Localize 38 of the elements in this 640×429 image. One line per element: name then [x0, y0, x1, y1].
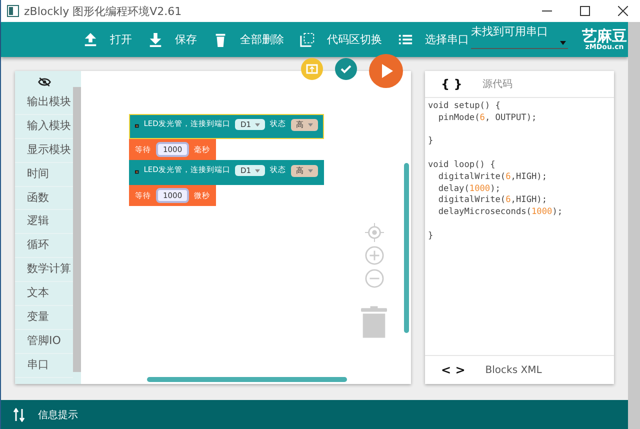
window-title: zBlockly 图形化编程环境V2.61 [24, 4, 183, 18]
braces-icon: { } [441, 77, 462, 91]
close-icon[interactable] [618, 6, 628, 16]
caret-icon [308, 123, 313, 127]
status-message: 信息提示 [38, 408, 78, 422]
trash-icon [213, 32, 228, 47]
maximize-icon[interactable] [580, 6, 590, 16]
scrollbar[interactable] [73, 87, 81, 372]
angle-brackets-icon: < > [441, 363, 466, 377]
trash-icon[interactable] [361, 306, 387, 338]
code-text: void setup() { pinMode(6, OUTPUT); } void loop() { digitalWrite(6,HIGH); delay(1000); digitalWrite(6,HIGH); delayMicroseconds(1000); } [427, 100, 564, 243]
export-icon[interactable] [301, 58, 323, 80]
scrollbar[interactable] [147, 377, 347, 382]
caret-icon [255, 169, 260, 173]
zoom-out-icon[interactable] [364, 269, 384, 288]
toolbar-button[interactable]: 全部删除 [207, 32, 290, 47]
zoom-in-icon[interactable] [364, 246, 384, 265]
upload-icon [83, 32, 98, 47]
scrollbar[interactable] [628, 22, 640, 429]
toolbar-button[interactable]: 保存 [142, 32, 203, 47]
scrollbar[interactable] [404, 163, 409, 333]
code-tab[interactable]: 源代码 [482, 77, 512, 91]
hide-eye-icon[interactable] [38, 77, 50, 87]
caret-icon [560, 41, 566, 45]
caret-icon [308, 169, 313, 173]
caret-icon [255, 123, 260, 127]
download-icon [148, 32, 163, 47]
target-icon[interactable] [364, 223, 384, 242]
toolbar-button[interactable]: 打开 [77, 32, 138, 47]
xml-tab[interactable]: Blocks XML [485, 364, 542, 376]
toolbar-button[interactable]: 代码区切换 [294, 32, 388, 47]
dashed-square-icon [300, 32, 315, 47]
list-icon [398, 32, 413, 47]
app-icon [7, 5, 19, 17]
port-dropdown[interactable]: 未找到可用串口 [471, 24, 568, 49]
run-button[interactable] [369, 54, 403, 88]
up-down-arrows-icon [13, 408, 25, 422]
check-icon[interactable] [335, 58, 357, 80]
